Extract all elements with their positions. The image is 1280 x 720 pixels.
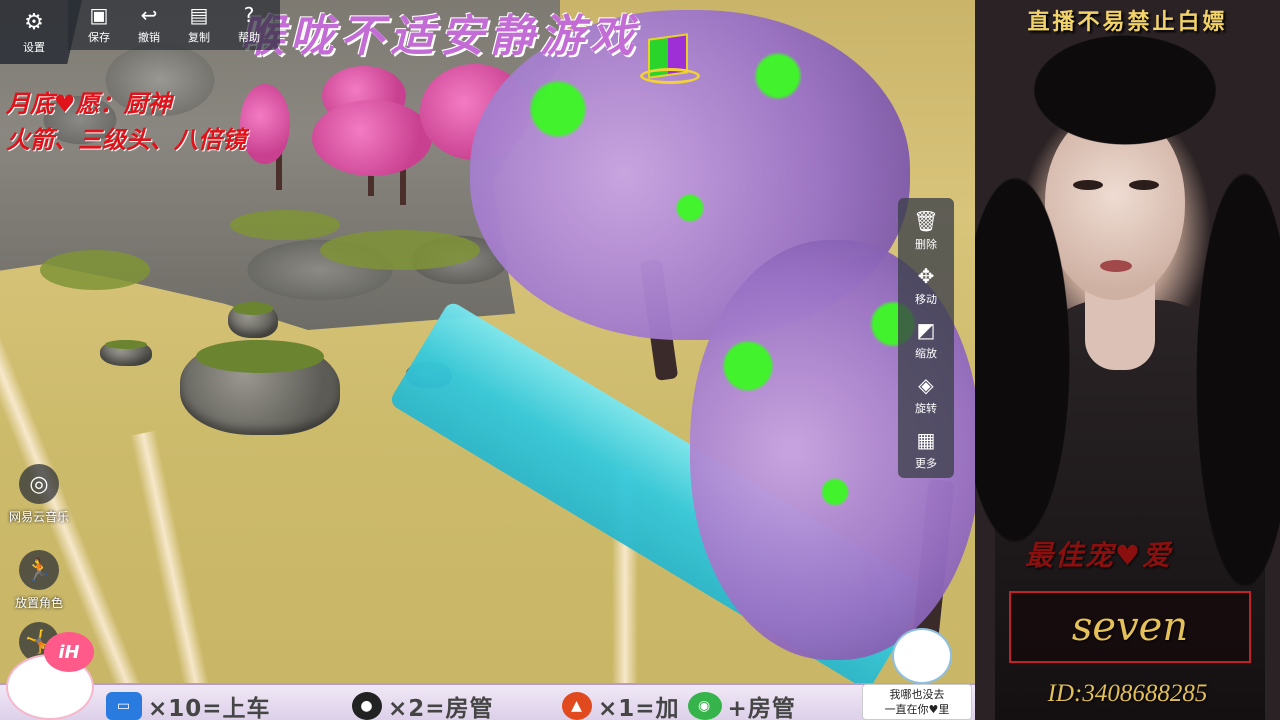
place-character-label: 放置角色 <box>14 596 63 610</box>
grid-icon: ▦ <box>916 428 936 453</box>
more-button[interactable]: ▦ 更多 <box>898 423 954 478</box>
character-icon: 🏃 <box>19 550 59 590</box>
move-arrows-icon: ✥ <box>917 263 935 288</box>
undo-icon: ↩ <box>140 3 158 27</box>
cat-message-line1: 我哪也没去 <box>889 688 945 701</box>
streamer-panel: 直播不易禁止白嫖 最佳宠♥爱 seven ID:3408688285 <box>975 0 1280 720</box>
copy-button[interactable]: ▤ 复制 <box>174 0 224 50</box>
rocket-gift-icon: ▲ <box>562 692 592 720</box>
mascot-sticker: iH <box>0 628 100 720</box>
cherry-tree[interactable] <box>312 100 432 176</box>
delete-button[interactable]: 🗑 删除 <box>898 204 954 259</box>
netease-music-icon: ◎ <box>19 464 59 504</box>
rotate-label: 旋转 <box>915 402 937 416</box>
trash-icon: 🗑 <box>913 208 939 233</box>
mascot-bubble: iH <box>44 632 94 672</box>
edit-actions: ▣ 保存 ↩ 撤销 ▤ 复制 ? 帮助 <box>68 0 280 50</box>
rotate-icon: ◈ <box>918 373 934 398</box>
scale-button[interactable]: ◩ 缩放 <box>898 314 954 369</box>
move-button[interactable]: ✥ 移动 <box>898 259 954 314</box>
grass-ledge <box>320 230 480 270</box>
selection-ring <box>640 68 700 84</box>
help-label: 帮助 <box>238 31 260 44</box>
scale-icon: ◩ <box>916 318 936 343</box>
place-character-button[interactable]: 🏃 放置角色 <box>0 550 78 611</box>
music-button[interactable]: ◎ 网易云音乐 <box>0 464 78 525</box>
dark-gift-icon: ● <box>352 692 382 720</box>
cat-sticker: 我哪也没去 一直在你♥里 <box>862 618 972 720</box>
best-fan-box: seven <box>1009 591 1251 663</box>
gift-rule-3-text: ×1=加 <box>598 696 680 720</box>
boulder[interactable] <box>100 340 152 366</box>
settings-button[interactable]: ⚙ 设置 <box>0 0 82 64</box>
object-tool-panel: 🗑 删除 ✥ 移动 ◩ 缩放 ◈ 旋转 ▦ 更多 <box>898 198 954 478</box>
delete-label: 删除 <box>915 237 937 251</box>
rotate-button[interactable]: ◈ 旋转 <box>898 368 954 423</box>
cat-message-line2: 一直在你♥里 <box>884 703 950 716</box>
cat-face <box>892 628 952 684</box>
copy-icon: ▤ <box>189 3 209 27</box>
stream-banner: 喉咙不适安静游戏 <box>240 11 640 62</box>
save-button[interactable]: ▣ 保存 <box>74 0 124 50</box>
gift-rule-4-text: +房管 <box>727 696 796 720</box>
copy-label: 复制 <box>188 31 210 44</box>
gift-rule-1: ▭ ×10=上车 <box>106 689 271 720</box>
gift-rule-2-text: ×2=房管 <box>388 696 494 720</box>
save-icon: ▣ <box>89 3 109 27</box>
more-label: 更多 <box>915 457 937 471</box>
save-label: 保存 <box>88 31 110 44</box>
undo-label: 撤销 <box>138 31 160 44</box>
best-fan-name: seven <box>1071 604 1189 650</box>
gift-card-icon: ▭ <box>106 692 142 720</box>
grass-ledge <box>40 250 150 290</box>
music-label: 网易云音乐 <box>8 510 69 524</box>
scale-label: 缩放 <box>915 347 937 361</box>
help-button[interactable]: ? 帮助 <box>224 0 274 50</box>
gift-rule-2: ● ×2=房管 <box>352 689 494 720</box>
gear-icon: ⚙ <box>24 9 44 35</box>
game-viewport[interactable]: 喉咙不适安静游戏 月底♥愿：厨神 火箭、三级头、八倍镜 ⚙ 设置 ▣ 保存 ↩ … <box>0 0 975 720</box>
settings-label: 设置 <box>23 40 45 54</box>
gift-rule-1-text: ×10=上车 <box>148 696 271 720</box>
best-fan-label: 最佳宠♥爱 <box>1025 539 1173 572</box>
grass-ledge <box>230 210 340 240</box>
streamer-id: ID:3408688285 <box>1047 680 1208 707</box>
move-label: 移动 <box>915 292 937 306</box>
cherry-tree[interactable] <box>240 84 290 164</box>
boulder[interactable] <box>228 302 278 338</box>
top-toolbar: ⚙ 设置 ▣ 保存 ↩ 撤销 ▤ 复制 ? 帮助 <box>0 0 280 64</box>
cat-message-card: 我哪也没去 一直在你♥里 <box>862 684 972 720</box>
gift-rule-3: ▲ ×1=加 ◉ +房管 <box>562 689 796 720</box>
undo-button[interactable]: ↩ 撤销 <box>124 0 174 50</box>
goal-items-note: 火箭、三级头、八倍镜 <box>6 125 246 154</box>
goal-note: 月底♥愿：厨神 <box>6 89 172 118</box>
wechat-icon: ◉ <box>687 692 722 720</box>
stream-notice: 直播不易禁止白嫖 <box>1027 9 1228 35</box>
help-icon: ? <box>243 3 255 27</box>
boulder[interactable] <box>180 340 340 435</box>
light-beam <box>130 430 216 720</box>
gift-rules-bar: ▭ ×10=上车 ● ×2=房管 ▲ ×1=加 ◉ +房管 <box>0 683 975 720</box>
